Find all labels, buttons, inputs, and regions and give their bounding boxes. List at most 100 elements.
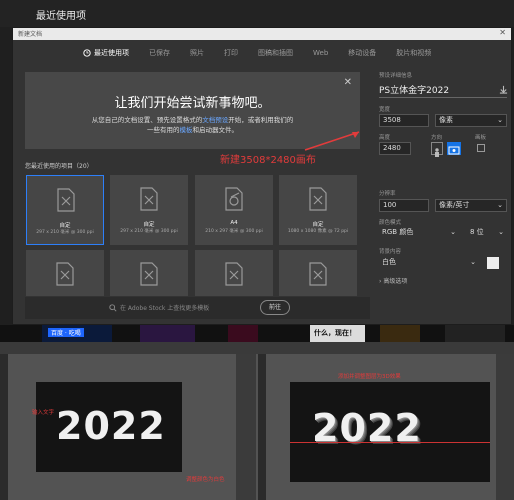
tab-label: 图稿和插图 xyxy=(258,49,293,57)
recent-item[interactable] xyxy=(110,250,188,296)
chevron-right-icon: › xyxy=(379,278,382,285)
tab-label: 打印 xyxy=(224,49,238,57)
promo-close-icon[interactable]: ✕ xyxy=(344,77,352,88)
document-icon xyxy=(57,188,75,212)
background-select[interactable]: 白色 ⌄ xyxy=(379,257,479,270)
document-brush-icon xyxy=(225,187,243,211)
document-icon xyxy=(140,187,158,211)
colormode-select[interactable]: RGB 颜色 ⌄ xyxy=(379,227,459,240)
left-toolbar xyxy=(0,354,8,500)
bitdepth-select[interactable]: 8 位 ⌄ xyxy=(467,227,507,240)
tab-photo[interactable]: 照片 xyxy=(190,46,204,60)
document-icon xyxy=(56,262,74,286)
item-size: 210 x 297 毫米 @ 300 ppi xyxy=(205,229,263,234)
promo-text: 开始，或者利用我们的 xyxy=(228,116,294,124)
document-icon xyxy=(309,262,327,286)
search-icon xyxy=(109,304,117,312)
recent-label: 您最近使用的项目（20） xyxy=(25,163,93,170)
document-icon xyxy=(309,187,327,211)
thumbnail xyxy=(445,325,505,342)
dialog-close-icon[interactable]: ✕ xyxy=(499,28,506,37)
landscape-icon xyxy=(448,146,460,155)
category-tabs: 最近使用项 已保存 照片 打印 图稿和插图 Web 移动设备 胶片和视频 xyxy=(83,46,451,60)
advanced-label: 高级选项 xyxy=(383,278,408,285)
tab-film[interactable]: 胶片和视频 xyxy=(396,46,431,60)
tab-mobile[interactable]: 移动设备 xyxy=(348,46,376,60)
item-name: 自定 xyxy=(143,222,155,228)
advanced-options-toggle[interactable]: › 高级选项 xyxy=(379,276,407,285)
page-header: 最近使用项 xyxy=(0,0,514,27)
clock-icon xyxy=(83,49,91,57)
recent-item[interactable]: 自定 297 x 210 毫米 @ 300 ppi xyxy=(26,175,104,245)
height-input[interactable]: 2480 xyxy=(379,142,411,155)
layers-panel xyxy=(236,354,256,500)
recent-item[interactable]: 自定 297 x 210 毫米 @ 300 ppi xyxy=(110,175,188,245)
portrait-icon xyxy=(435,148,439,157)
divider xyxy=(379,97,507,98)
canvas-right: 2022 xyxy=(290,382,490,482)
dialog-title: 新建文档 xyxy=(18,31,43,38)
colormode-label: 颜色模式 xyxy=(379,220,402,226)
banner-text: 什么，现在！ xyxy=(314,329,356,337)
go-button[interactable]: 前往 xyxy=(260,300,290,315)
promo-heading: 让我们开始尝试新事物吧。 xyxy=(114,96,271,111)
resolution-input[interactable]: 100 xyxy=(379,199,429,212)
artboard-label: 画板 xyxy=(475,135,487,141)
width-unit-select[interactable]: 像素 ⌄ xyxy=(435,114,507,127)
tab-saved[interactable]: 已保存 xyxy=(149,46,170,60)
tab-recent[interactable]: 最近使用项 xyxy=(83,46,129,60)
annotation-text: 调整颜色为白色 xyxy=(186,477,225,483)
resolution-label: 分辨率 xyxy=(379,191,396,197)
portrait-toggle[interactable] xyxy=(431,142,443,157)
unit-value: 像素/英寸 xyxy=(439,201,470,209)
thumbnail xyxy=(140,325,195,342)
chevron-down-icon: ⌄ xyxy=(497,116,503,124)
template-link[interactable]: 模板 xyxy=(180,126,193,134)
recent-item[interactable]: 自定 1080 x 1080 像素 @ 72 ppi xyxy=(279,175,357,245)
item-size: 297 x 210 毫米 @ 300 ppi xyxy=(120,229,178,234)
item-size: 297 x 210 毫米 @ 300 ppi xyxy=(36,230,94,235)
tab-label: 移动设备 xyxy=(348,49,377,57)
tab-label: Web xyxy=(313,49,329,57)
left-toolbar xyxy=(258,354,266,500)
thumbnail: 什么，现在！ xyxy=(310,325,365,342)
preset-section-label: 预设详细信息 xyxy=(379,73,413,79)
dialog-titlebar: 新建文档 ✕ xyxy=(13,28,511,40)
text-2022-3d: 2022 xyxy=(312,406,422,450)
banner-text: 百度 · 吃喝 xyxy=(48,328,84,337)
width-input[interactable]: 3508 xyxy=(379,114,429,127)
document-name-field[interactable]: PS立体金字2022 xyxy=(379,83,449,96)
stock-search-input[interactable]: 在 Adobe Stock 上查找更多模板 xyxy=(120,303,209,312)
promo-text: 从您自己的文档设置、预先设置格式的 xyxy=(91,116,203,124)
chevron-down-icon: ⌄ xyxy=(498,228,504,236)
recent-item[interactable] xyxy=(26,250,104,296)
select-value: 白色 xyxy=(382,258,396,266)
tab-art[interactable]: 图稿和插图 xyxy=(258,46,293,60)
stock-search-bar: 在 Adobe Stock 上查找更多模板 前往 xyxy=(25,297,370,319)
recent-item[interactable] xyxy=(195,250,273,296)
item-size: 1080 x 1080 像素 @ 72 ppi xyxy=(287,229,349,234)
resolution-unit-select[interactable]: 像素/英寸 ⌄ xyxy=(435,199,507,212)
thumbnail: 百度 · 吃喝 xyxy=(42,325,112,342)
item-name: A4 xyxy=(230,220,238,226)
item-name: 自定 xyxy=(59,223,71,229)
promo-text: 和启动器文件。 xyxy=(192,126,239,134)
page-title: 最近使用项 xyxy=(36,11,86,22)
save-preset-icon[interactable] xyxy=(499,85,508,94)
tab-web[interactable]: Web xyxy=(313,46,328,60)
unit-value: 像素 xyxy=(439,116,453,124)
recent-item[interactable] xyxy=(279,250,357,296)
annotation-text: 输入文字 xyxy=(32,410,55,416)
select-value: 8 位 xyxy=(470,228,484,236)
tab-label: 已保存 xyxy=(149,49,170,57)
document-icon xyxy=(140,262,158,286)
background-color-swatch[interactable] xyxy=(487,257,499,269)
tab-print[interactable]: 打印 xyxy=(224,46,238,60)
preset-link[interactable]: 文档预设 xyxy=(202,116,228,124)
tab-label: 照片 xyxy=(190,49,204,57)
recent-item[interactable]: A4 210 x 297 毫米 @ 300 ppi xyxy=(195,175,273,245)
chevron-down-icon: ⌄ xyxy=(470,258,476,266)
landscape-toggle[interactable] xyxy=(447,142,461,155)
artboard-checkbox[interactable] xyxy=(477,144,485,152)
properties-panel xyxy=(496,354,514,500)
